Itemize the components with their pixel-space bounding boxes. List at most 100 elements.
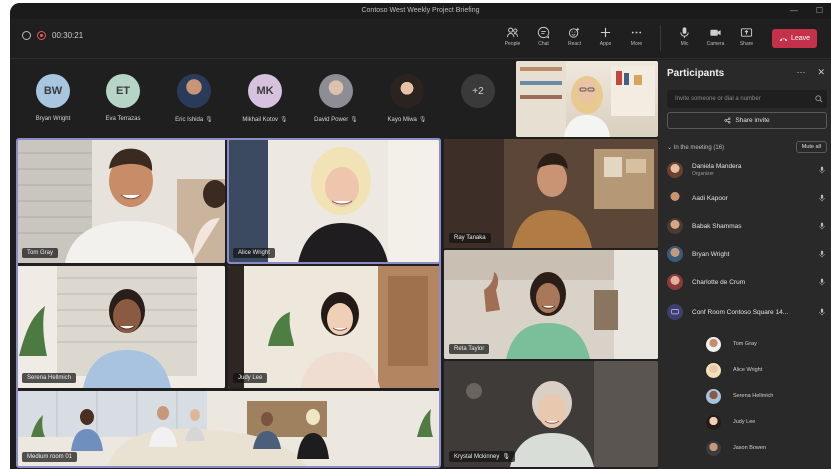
avatar-name: Bryan Wright [36, 116, 71, 122]
alice-wright-video [228, 139, 440, 263]
avatar-name: Eva Terrazas [106, 116, 141, 122]
camera-button[interactable]: Camera [700, 23, 731, 47]
ray-tanaka-video [444, 139, 658, 248]
share-invite-button[interactable]: Share invite [667, 112, 827, 129]
name-badge: Serena Hellmich [22, 373, 77, 383]
avatar-name: Eric Ishida 🎙 [175, 116, 213, 124]
avatar [667, 162, 683, 178]
mic-label: Mic [680, 41, 689, 47]
status-circle-icon [22, 31, 31, 40]
room-member-row[interactable]: Jason Bowen [706, 437, 826, 459]
participant-row[interactable]: Daniela Mandera Organizer [667, 159, 827, 181]
react-icon [568, 27, 580, 38]
avatar-david-power[interactable]: David Power 🎙 [306, 74, 366, 123]
avatar-bryan-wright[interactable]: BW Bryan Wright [23, 74, 83, 122]
section-header[interactable]: ⌄ In the meeting (16) [667, 144, 724, 151]
chat-button[interactable]: Chat [528, 23, 559, 47]
people-button[interactable]: People [497, 23, 528, 47]
room-member-name: Tom Gray [733, 341, 757, 347]
avatar-overflow[interactable]: +2 [448, 74, 508, 108]
avatar [667, 190, 683, 206]
more-button[interactable]: More [621, 23, 652, 47]
video-tile-judy-lee[interactable]: Judy Lee [228, 266, 440, 388]
avatar-name-text: Mikhail Kotov [242, 116, 279, 123]
room-avatar [667, 304, 683, 320]
name-badge: Reta Taylor [449, 344, 490, 354]
name-badge-text: Serena Hellmich [27, 375, 72, 381]
participant-row[interactable]: Bryan Wright [667, 243, 827, 265]
name-badge: Tom Gray [22, 248, 59, 258]
participant-row[interactable]: Aadi Kapoor [667, 187, 827, 209]
mic-off-icon: 🎙 [205, 117, 213, 123]
toolbar-divider [660, 25, 661, 51]
serena-hellmich-video [17, 266, 225, 388]
name-badge: Ray Tanaka [449, 233, 491, 243]
video-tile-alice-wright[interactable]: Alice Wright [228, 139, 440, 263]
meeting-stage: BW Bryan Wright ET Eva Terrazas Eric Ish… [10, 60, 658, 469]
close-icon[interactable]: ✕ [817, 67, 825, 78]
avatar-name: Kayo Miwa 🎙 [387, 116, 427, 124]
avatar-name-text: Eva Terrazas [105, 116, 141, 122]
apps-label: Apps [599, 41, 612, 47]
participant-name: Conf Room Contoso Square 14... [692, 308, 789, 316]
name-badge-text: Judy Lee [238, 375, 263, 381]
name-badge-text: Krystal Mckinney [454, 453, 500, 460]
avatar-eric-ishida[interactable]: Eric Ishida 🎙 [164, 74, 224, 123]
video-tile-krystal-mckinney[interactable]: Krystal Mckinney 🎙 [444, 361, 658, 467]
mic-button[interactable]: Mic [669, 23, 700, 47]
share-button[interactable]: Share [731, 23, 762, 47]
apps-button[interactable]: Apps [590, 23, 621, 47]
avatar-kayo-miwa[interactable]: Kayo Miwa 🎙 [377, 74, 437, 123]
audience-avatar-row: BW Bryan Wright ET Eva Terrazas Eric Ish… [10, 60, 516, 136]
room-icon [671, 309, 679, 315]
minimize-icon[interactable]: — [790, 3, 798, 19]
video-tile-serena-hellmich[interactable]: Serena Hellmich [17, 266, 225, 388]
avatar-name-text: Kayo Miwa [387, 116, 417, 123]
room-member-row[interactable]: Judy Lee [706, 411, 826, 433]
toolbar-buttons: People Chat React Apps More Mic Camera S… [497, 23, 817, 51]
chat-icon [537, 26, 550, 39]
room-member-row[interactable]: Alice Wright [706, 359, 826, 381]
mic-icon [819, 278, 825, 286]
section-label: In the meeting (16) [673, 145, 725, 151]
video-tile-tom-gray[interactable]: Tom Gray [17, 139, 225, 263]
invite-search-input[interactable]: Invite someone or dial a number [667, 90, 827, 108]
leave-button[interactable]: Leave [772, 29, 817, 48]
participant-row[interactable]: Babak Shammas [667, 215, 827, 237]
avatar-name-text: Eric Ishida [175, 116, 204, 123]
teams-meeting-window: Contoso West Weekly Project Briefing — ☐… [10, 3, 831, 469]
room-member-name: Serena Hellmich [733, 393, 774, 399]
participant-row-conf-room[interactable]: Conf Room Contoso Square 14... [667, 301, 827, 323]
more-label: More [630, 41, 643, 47]
meeting-timer: 00:30:21 [22, 31, 83, 40]
panel-title: Participants [667, 68, 725, 79]
mic-icon [819, 194, 825, 202]
judy-lee-video [228, 266, 440, 388]
mic-off-icon: 🎙 [418, 117, 427, 123]
name-badge-text: Ray Tanaka [454, 235, 486, 241]
room-member-name: Jason Bowen [733, 445, 767, 451]
avatar [667, 274, 683, 290]
maximize-icon[interactable]: ☐ [816, 3, 823, 19]
presenter-video [516, 61, 655, 137]
name-badge-text: Medium room 01 [27, 454, 73, 460]
name-badge-text: Reta Taylor [454, 346, 485, 352]
react-button[interactable]: React [559, 23, 590, 47]
room-member-row[interactable]: Tom Gray [706, 333, 826, 355]
mute-all-button[interactable]: Mute all [795, 141, 827, 153]
avatar-eva-terrazas[interactable]: ET Eva Terrazas [93, 74, 153, 122]
presenter-video-tile[interactable] [516, 61, 658, 137]
mic-icon [819, 250, 825, 258]
more-options-icon[interactable]: ··· [796, 67, 805, 78]
participant-row[interactable]: Charlotte de Crum [667, 271, 827, 293]
video-tile-reta-taylor[interactable]: Reta Taylor [444, 250, 658, 359]
recording-icon [37, 31, 46, 40]
video-tile-medium-room[interactable]: Medium room 01 [17, 391, 440, 467]
name-badge: Krystal Mckinney 🎙 [449, 451, 515, 462]
avatar [706, 362, 721, 378]
video-tile-ray-tanaka[interactable]: Ray Tanaka [444, 139, 658, 248]
avatar-mikhail-kotov[interactable]: MK Mikhail Kotov 🎙 [235, 74, 295, 123]
room-member-row[interactable]: Serena Hellmich [706, 385, 826, 407]
participants-panel: Participants ··· ✕ Invite someone or dia… [658, 60, 831, 469]
apps-icon [600, 27, 611, 38]
